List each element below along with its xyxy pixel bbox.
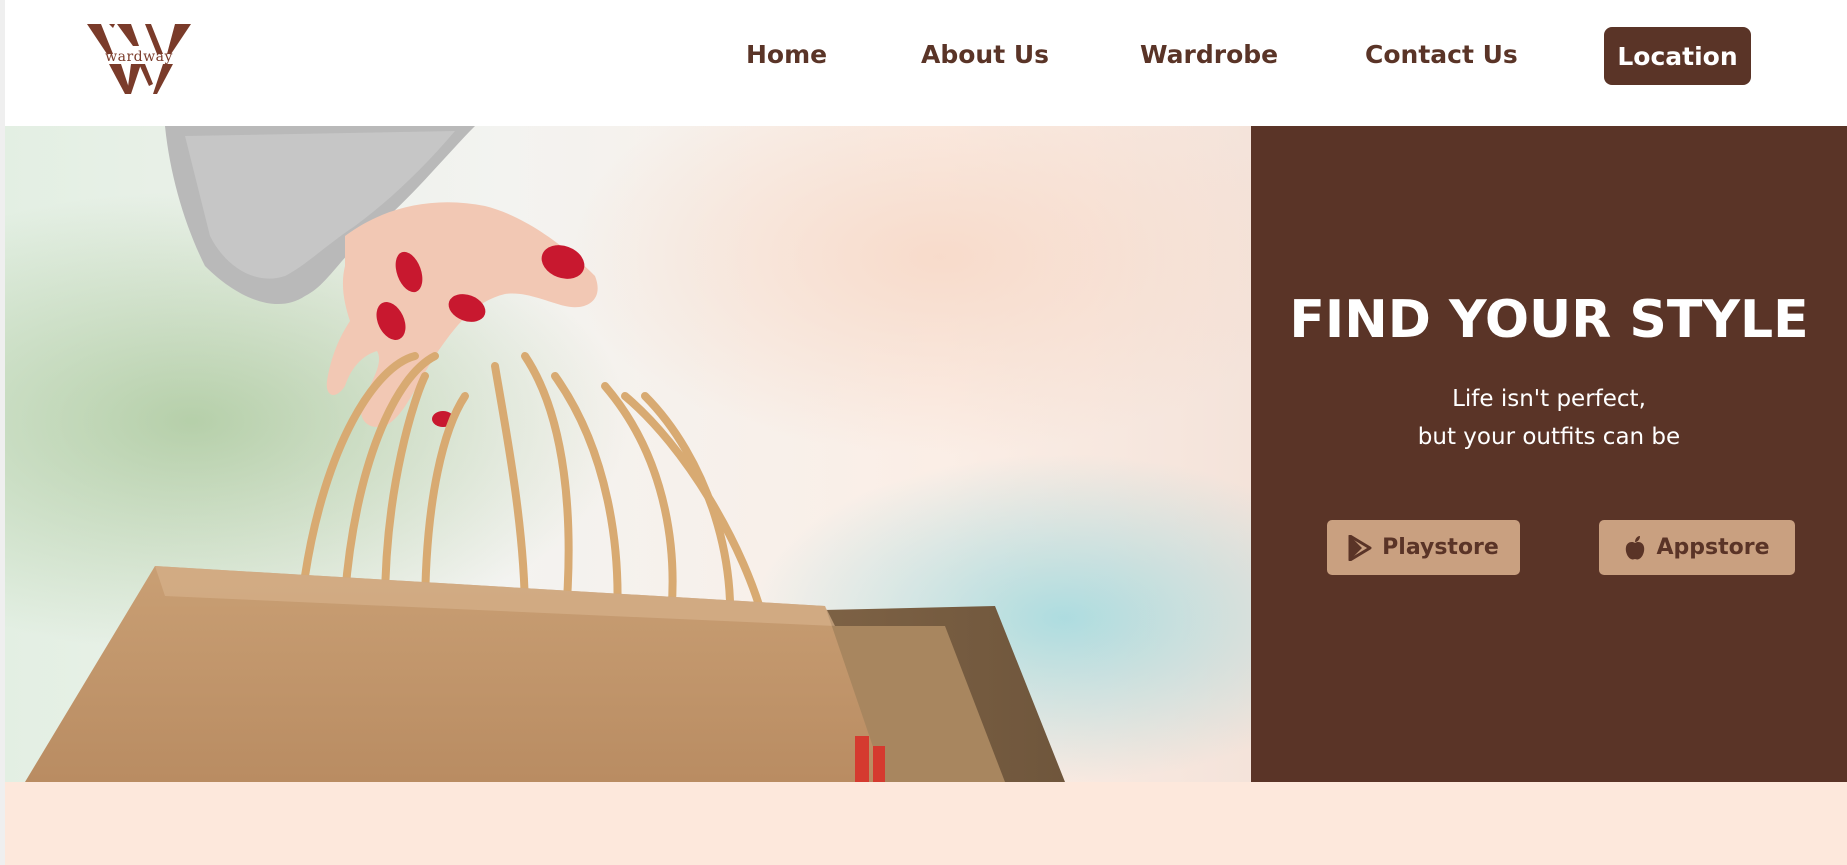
google-play-icon <box>1348 534 1372 561</box>
main-nav: Home About Us Wardrobe Contact Us Locati… <box>5 27 1847 85</box>
next-section-band <box>5 782 1847 865</box>
hero-panel: FIND YOUR STYLE Life isn't perfect, but … <box>1251 126 1847 782</box>
page: wardway Home About Us Wardrobe Contact U… <box>0 0 1847 865</box>
hero-subtitle-line1: Life isn't perfect, <box>1452 386 1646 412</box>
nav-contact-link[interactable]: Contact Us <box>1365 40 1518 69</box>
shopping-bags-image <box>5 126 1251 782</box>
nav-wardrobe-link[interactable]: Wardrobe <box>1140 40 1278 69</box>
hero-section: FIND YOUR STYLE Life isn't perfect, but … <box>5 126 1847 782</box>
hero-image <box>5 126 1251 782</box>
nav-about-link[interactable]: About Us <box>921 40 1049 69</box>
site-header: wardway Home About Us Wardrobe Contact U… <box>5 0 1847 126</box>
appstore-button[interactable]: Appstore <box>1599 520 1795 575</box>
playstore-label: Playstore <box>1382 535 1499 560</box>
playstore-button[interactable]: Playstore <box>1327 520 1520 575</box>
hero-title: FIND YOUR STYLE <box>1289 290 1809 350</box>
location-button[interactable]: Location <box>1604 27 1751 85</box>
appstore-label: Appstore <box>1656 535 1770 560</box>
apple-icon <box>1626 535 1645 559</box>
nav-home-link[interactable]: Home <box>746 40 827 69</box>
hero-subtitle-line2: but your outfits can be <box>1417 424 1681 450</box>
